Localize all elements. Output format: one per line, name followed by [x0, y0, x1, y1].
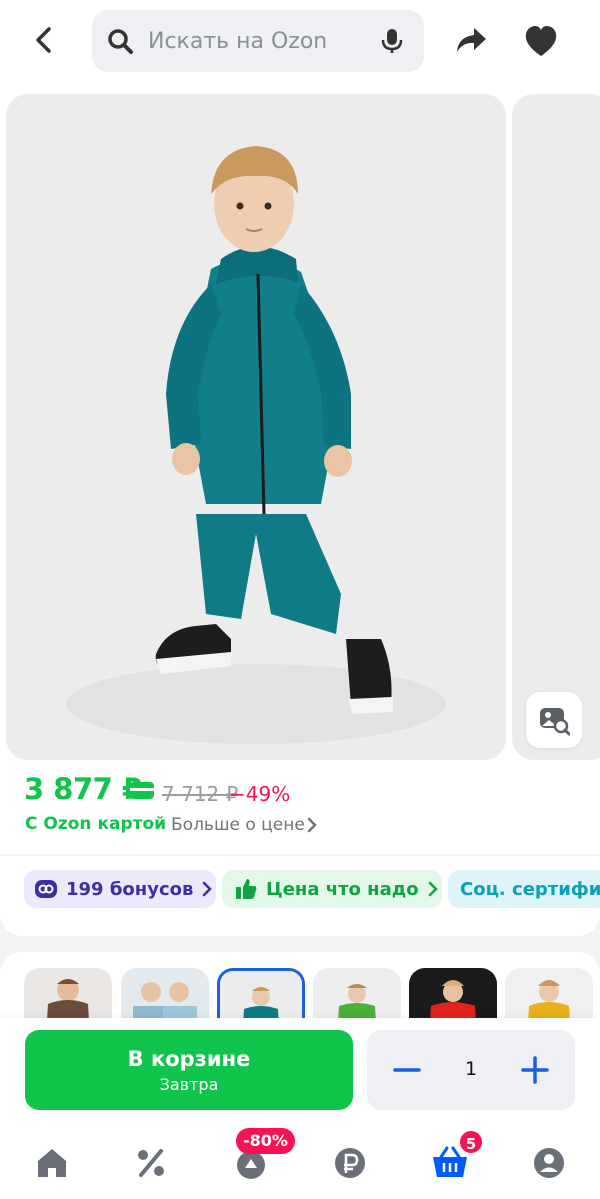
variant-light-blue[interactable]: [121, 968, 209, 1022]
product-gallery: [0, 86, 600, 770]
quantity-value: 1: [464, 1058, 478, 1080]
variant-green[interactable]: [313, 968, 401, 1022]
plus-icon[interactable]: [515, 1050, 555, 1090]
discount-badge: −49%: [229, 782, 291, 806]
delivery-date: Завтра: [159, 1074, 219, 1094]
info-chips: 199 бонусов Цена что надо Соц. сертифи: [0, 856, 600, 936]
bonus-chip-label: 199 бонусов: [66, 878, 194, 900]
bottom-navigation: -80% 5: [0, 1124, 600, 1199]
nav-finance[interactable]: [327, 1140, 373, 1186]
chevron-right-icon: [428, 881, 438, 897]
profile-icon: [534, 1148, 564, 1178]
visual-search-button[interactable]: [526, 692, 582, 748]
next-product-photo[interactable]: [512, 94, 600, 760]
in-cart-button[interactable]: В корзине Завтра: [25, 1030, 353, 1110]
search-bar[interactable]: [92, 10, 424, 72]
in-cart-label: В корзине: [127, 1046, 251, 1071]
variant-red[interactable]: [409, 968, 497, 1022]
bonus-icon: [35, 880, 57, 898]
price-block: 3 877 ₽ 7 712 ₽ −49% С Ozon картой Больш…: [0, 770, 600, 854]
chevron-right-icon: [307, 817, 317, 833]
variant-brown[interactable]: [24, 968, 112, 1022]
cart-count-badge: 5: [458, 1129, 484, 1155]
percent-icon: [138, 1149, 164, 1177]
social-certificate-chip[interactable]: Соц. сертифи: [448, 870, 600, 908]
nav-profile[interactable]: [526, 1140, 572, 1186]
variant-yellow[interactable]: [505, 968, 593, 1022]
color-variants: [0, 952, 600, 1022]
image-search-icon: [540, 708, 570, 736]
search-input[interactable]: [148, 10, 368, 72]
good-price-chip-label: Цена что надо: [266, 878, 419, 900]
top-bar: [0, 0, 600, 86]
variant-teal[interactable]: [217, 968, 305, 1022]
product-photo[interactable]: [6, 94, 506, 760]
purchase-bar: В корзине Завтра 1: [0, 1018, 600, 1124]
child-in-teal-jumpsuit-image: [6, 94, 506, 760]
old-price: 7 712 ₽: [162, 782, 239, 806]
search-icon: [108, 29, 133, 54]
ozon-card-icon: [130, 782, 154, 799]
ruble-icon: [335, 1148, 365, 1178]
home-icon: [38, 1149, 66, 1177]
share-icon[interactable]: [450, 20, 492, 62]
heart-icon[interactable]: [520, 20, 562, 62]
minus-icon[interactable]: [387, 1050, 427, 1090]
chevron-left-icon: [36, 27, 51, 53]
price-ozon-card: 3 877 ₽: [24, 772, 142, 806]
more-about-price-link[interactable]: Больше о цене: [171, 815, 305, 835]
good-price-chip[interactable]: Цена что надо: [222, 870, 442, 908]
back-button[interactable]: [24, 20, 64, 60]
nav-home[interactable]: [29, 1140, 75, 1186]
quantity-stepper: 1: [367, 1030, 575, 1110]
social-certificate-chip-label: Соц. сертифи: [460, 878, 600, 900]
sale-badge: -80%: [236, 1128, 295, 1154]
thumbs-up-icon: [236, 879, 257, 899]
nav-sales[interactable]: [128, 1140, 174, 1186]
chevron-right-icon: [203, 881, 213, 897]
bonus-chip[interactable]: 199 бонусов: [24, 870, 216, 908]
microphone-icon[interactable]: [378, 27, 406, 55]
ozon-card-label: С Ozon картой: [25, 814, 167, 834]
